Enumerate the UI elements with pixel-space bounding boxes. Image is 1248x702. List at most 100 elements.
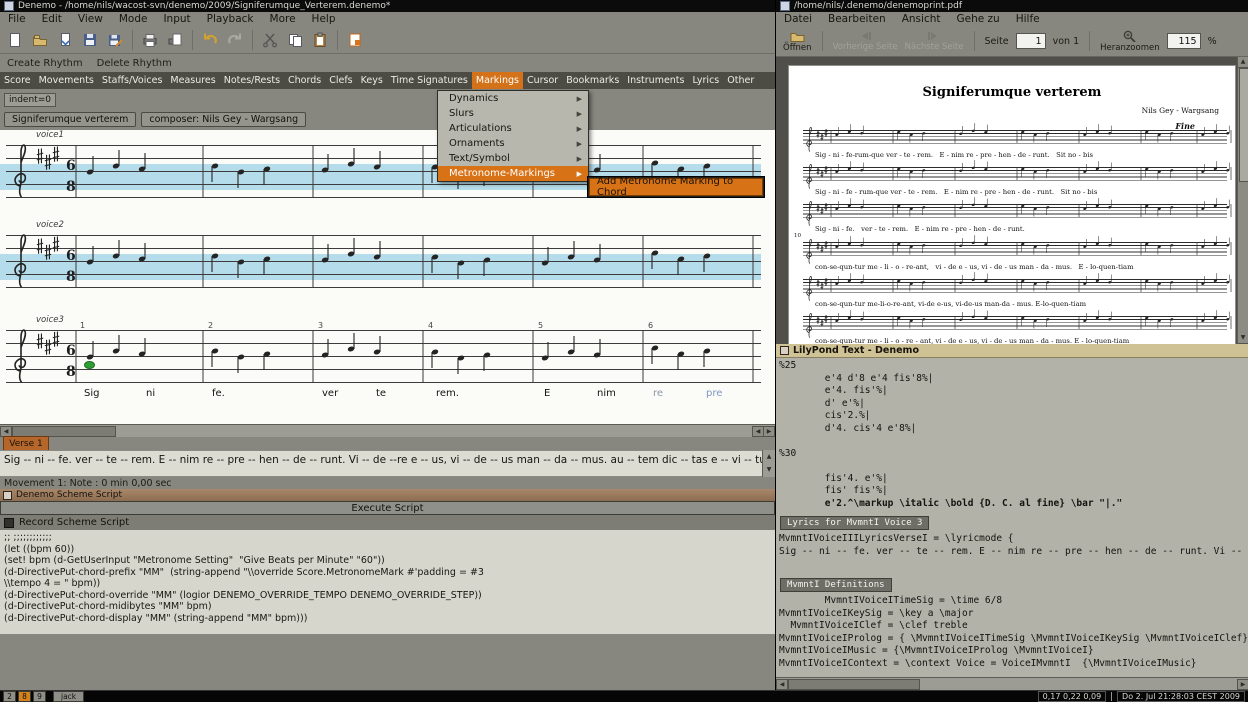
menu-item-articulations[interactable]: Articulations ▶ xyxy=(438,121,588,136)
verse-text-editor[interactable]: Sig -- ni -- fe. ver -- te -- rem. E -- … xyxy=(0,450,775,477)
pdf-toolbar: Öffnen Vorherige Seite Nächste Seite Sei… xyxy=(776,26,1248,57)
command-menu-item[interactable]: Instruments xyxy=(623,72,688,89)
menu-item-text-symbol[interactable]: Text/Symbol ▶ xyxy=(438,151,588,166)
create-rhythm-button[interactable]: Create Rhythm xyxy=(7,58,83,69)
previous-page-button[interactable]: Vorherige Seite xyxy=(833,31,898,52)
menubar-item[interactable]: File xyxy=(0,12,34,26)
scroll-left-icon[interactable]: ◀ xyxy=(776,679,788,690)
scheme-script-titlebar[interactable]: Denemo Scheme Script xyxy=(0,489,775,501)
open-file-button[interactable] xyxy=(29,29,51,51)
menubar-item[interactable]: Bearbeiten xyxy=(820,12,894,26)
lilypond-hscrollbar[interactable]: ◀ ▶ xyxy=(776,677,1248,690)
pdf-vscrollbar[interactable]: ▲ ▼ xyxy=(1237,57,1248,344)
command-menu-item[interactable]: Lyrics xyxy=(688,72,723,89)
indent-button[interactable]: indent=0 xyxy=(4,93,56,107)
command-menu-item[interactable]: Time Signatures xyxy=(387,72,472,89)
code-line: cis'2.%| xyxy=(779,410,871,421)
arrow-left-icon xyxy=(862,31,872,40)
scroll-thumb[interactable] xyxy=(788,679,920,690)
pdf-titlebar[interactable]: /home/nils/.denemo/denemoprint.pdf xyxy=(776,0,1248,12)
movement-status: Movement 1: Note : 0 min 0,00 sec xyxy=(0,477,775,489)
submenu-arrow-icon: ▶ xyxy=(576,169,582,178)
menubar-item[interactable]: Edit xyxy=(34,12,70,26)
definitions-section-button[interactable]: MvmntI Definitions xyxy=(780,578,892,592)
menubar-item[interactable]: Mode xyxy=(111,12,156,26)
import-file-button[interactable] xyxy=(54,29,76,51)
page-label: Seite xyxy=(984,35,1009,47)
score-canvas[interactable]: voice1 voice2 voice3 123456 Sig ni fe. v… xyxy=(0,130,775,424)
command-menu-item[interactable]: Score xyxy=(0,72,35,89)
save-as-button[interactable] xyxy=(104,29,126,51)
workspace-button[interactable]: 9 xyxy=(33,691,46,702)
undo-button[interactable] xyxy=(199,29,221,51)
composer-button[interactable]: composer: Nils Gey - Wargsang xyxy=(141,112,307,127)
zoom-level-input[interactable]: 115 xyxy=(1166,33,1201,49)
page-number-input[interactable]: 1 xyxy=(1015,33,1046,49)
menubar-item[interactable]: Hilfe xyxy=(1008,12,1048,26)
workspace-button[interactable]: 2 xyxy=(3,691,16,702)
command-menu-item[interactable]: Markings xyxy=(471,72,523,89)
new-file-button[interactable] xyxy=(4,29,26,51)
lilypond-window: LilyPond Text - Denemo %25 e'4 d'8 e'4 f… xyxy=(775,344,1248,690)
menu-item-metronome-markings[interactable]: Metronome-Markings ▶ xyxy=(438,166,588,181)
lilypond-text-view[interactable]: %25 e'4 d'8 e'4 fis'8%| e'4. fis'%| d' e… xyxy=(776,358,1248,678)
pdf-canvas[interactable]: Signiferumque verterem Nils Gey - Wargsa… xyxy=(776,57,1248,344)
menubar-item[interactable]: Help xyxy=(304,12,344,26)
command-menu-item[interactable]: Bookmarks xyxy=(562,72,623,89)
verse-vscrollbar[interactable]: ▲ ▼ xyxy=(762,450,775,477)
code-line: %25 xyxy=(779,360,797,371)
command-menu-item[interactable]: Other xyxy=(723,72,758,89)
staff-system-voice2[interactable]: voice2 xyxy=(0,220,775,315)
next-page-button[interactable]: Nächste Seite xyxy=(905,31,964,52)
taskbar-item-jack[interactable]: jack xyxy=(53,691,85,702)
menubar-item[interactable]: Input xyxy=(155,12,198,26)
zoom-in-button[interactable]: Heranzoomen xyxy=(1100,30,1160,53)
cut-button[interactable] xyxy=(259,29,281,51)
command-menu-item[interactable]: Measures xyxy=(166,72,219,89)
save-file-button[interactable] xyxy=(79,29,101,51)
command-menu-item[interactable]: Cursor xyxy=(523,72,562,89)
open-button[interactable]: Öffnen xyxy=(783,30,812,53)
command-menu-item[interactable]: Movements xyxy=(35,72,98,89)
lyrics-section-button[interactable]: Lyrics for MvmntI Voice 3 xyxy=(780,516,930,530)
scroll-thumb[interactable] xyxy=(1239,68,1248,182)
copy-button[interactable] xyxy=(284,29,306,51)
menu-item-ornaments[interactable]: Ornaments ▶ xyxy=(438,136,588,151)
print-button[interactable] xyxy=(139,29,161,51)
pdf-system: 10 con-se-qun-tur me - li - o - re-ant, … xyxy=(794,233,1227,276)
submenu-arrow-icon: ▶ xyxy=(576,124,582,133)
record-script-checkbox[interactable] xyxy=(4,517,14,528)
menubar-item[interactable]: Ansicht xyxy=(894,12,949,26)
command-menu-item[interactable]: Chords xyxy=(284,72,325,89)
command-menu-item[interactable]: Keys xyxy=(357,72,387,89)
menubar-item[interactable]: More xyxy=(262,12,304,26)
menu-item-dynamics[interactable]: Dynamics ▶ xyxy=(438,91,588,106)
menubar-item[interactable]: Datei xyxy=(776,12,820,26)
lilypond-titlebar[interactable]: LilyPond Text - Denemo xyxy=(776,344,1248,358)
scroll-right-icon[interactable]: ▶ xyxy=(763,426,775,437)
print-preview-button[interactable] xyxy=(164,29,186,51)
command-menu-item[interactable]: Notes/Rests xyxy=(220,72,284,89)
scroll-right-icon[interactable]: ▶ xyxy=(1237,679,1248,690)
command-menu-item[interactable]: Clefs xyxy=(325,72,356,89)
export-button[interactable] xyxy=(344,29,366,51)
scroll-up-icon[interactable]: ▲ xyxy=(1238,57,1248,68)
denemo-titlebar[interactable]: Denemo - /home/nils/wacost-svn/denemo/20… xyxy=(0,0,775,12)
paste-button[interactable] xyxy=(309,29,331,51)
menu-item-slurs[interactable]: Slurs ▶ xyxy=(438,106,588,121)
execute-script-button[interactable]: Execute Script xyxy=(0,501,775,515)
copy-icon xyxy=(289,33,302,47)
scheme-script-editor[interactable]: ;; ;;;;;;;;;;;; (let ((bpm 60)) (set! bpm … xyxy=(0,530,775,634)
redo-button[interactable] xyxy=(224,29,246,51)
command-menu-item[interactable]: Staffs/Voices xyxy=(98,72,167,89)
menubar-item[interactable]: Playback xyxy=(199,12,262,26)
score-hscrollbar[interactable]: ◀ ◀ ▶ xyxy=(0,424,775,437)
delete-rhythm-button[interactable]: Delete Rhythm xyxy=(97,58,172,69)
score-title-button[interactable]: Signiferumque verterem xyxy=(4,112,137,127)
menubar-item[interactable]: View xyxy=(70,12,111,26)
menubar-item[interactable]: Gehe zu xyxy=(949,12,1008,26)
staff-system-voice3[interactable]: voice3 123456 Sig ni fe. ver te rem. E n… xyxy=(0,315,775,410)
workspace-button-active[interactable]: 8 xyxy=(18,691,31,702)
scroll-down-icon[interactable]: ▼ xyxy=(1238,333,1248,344)
menu-item-add-metronome-marking[interactable]: Add Metronome Marking to Chord xyxy=(589,176,763,198)
